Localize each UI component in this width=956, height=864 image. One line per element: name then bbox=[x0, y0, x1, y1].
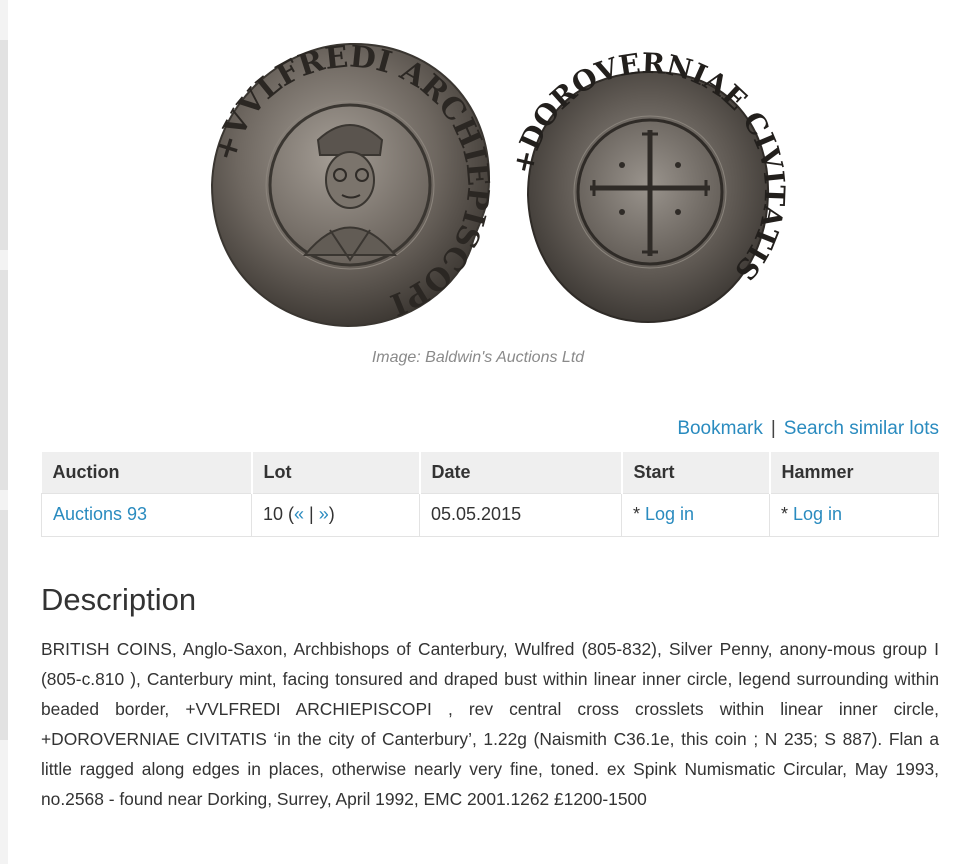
action-separator: | bbox=[770, 418, 776, 439]
hammer-asterisk: * bbox=[781, 504, 794, 524]
coin-obverse: +VVLFREDI ARCHIEPISCOPI bbox=[210, 39, 495, 328]
hammer-cell: * Log in bbox=[769, 492, 939, 537]
bookmark-link[interactable]: Bookmark bbox=[677, 418, 763, 439]
lot-close-paren: ) bbox=[328, 504, 335, 524]
lot-cell: 10 (« | ») bbox=[251, 492, 420, 537]
image-caption: Image: Baldwin's Auctions Ltd bbox=[371, 349, 585, 366]
start-cell: * Log in bbox=[621, 492, 770, 537]
next-lot-link[interactable]: » bbox=[319, 504, 329, 524]
hammer-login-link[interactable]: Log in bbox=[793, 504, 842, 524]
coin-reverse: +DOROVERNIAE CIVITATIS bbox=[506, 47, 791, 324]
coin-image[interactable]: +VVLFREDI ARCHIEPISCOPI +DOROVERNIAE CIV… bbox=[0, 0, 956, 380]
table-row: Auctions 93 10 (« | ») 05.05.2015 * Log … bbox=[41, 492, 939, 537]
sidebar-panel bbox=[0, 510, 8, 740]
column-header-lot: Lot bbox=[251, 452, 421, 493]
lot-info-table: Auction Lot Date Start Hammer Auctions 9… bbox=[41, 452, 939, 537]
column-header-auction: Auction bbox=[41, 452, 253, 493]
auction-link[interactable]: Auctions 93 bbox=[53, 504, 147, 524]
lot-number: 10 ( bbox=[263, 504, 295, 524]
start-asterisk: * bbox=[633, 504, 646, 524]
column-header-hammer: Hammer bbox=[769, 452, 939, 493]
description-heading: Description bbox=[41, 582, 197, 617]
start-login-link[interactable]: Log in bbox=[645, 504, 694, 524]
auction-cell: Auctions 93 bbox=[41, 492, 252, 537]
search-similar-lots-link[interactable]: Search similar lots bbox=[784, 418, 939, 439]
lot-nav-separator: | bbox=[304, 504, 319, 524]
previous-lot-link[interactable]: « bbox=[294, 504, 304, 524]
column-header-start: Start bbox=[621, 452, 771, 493]
lot-actions: Bookmark | Search similar lots bbox=[677, 418, 939, 440]
description-text: BRITISH COINS, Anglo-Saxon, Archbishops … bbox=[41, 639, 939, 809]
date-cell: 05.05.2015 bbox=[419, 492, 622, 537]
coin-pair-illustration: +VVLFREDI ARCHIEPISCOPI +DOROVERNIAE CIV… bbox=[210, 39, 791, 328]
column-header-date: Date bbox=[419, 452, 623, 493]
table-header-row: Auction Lot Date Start Hammer bbox=[41, 452, 939, 493]
